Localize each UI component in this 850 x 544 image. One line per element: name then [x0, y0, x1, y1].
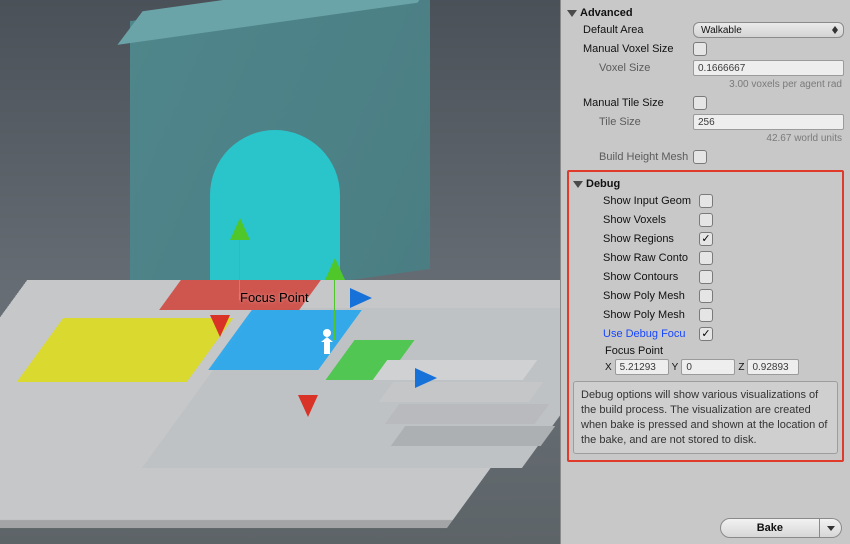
gizmo-z-arrow-icon[interactable]: [415, 368, 437, 388]
z-label: Z: [738, 362, 744, 373]
default-area-label: Default Area: [567, 24, 693, 36]
debug-item-checkbox[interactable]: [699, 232, 713, 246]
debug-foldout-header[interactable]: Debug: [573, 175, 838, 191]
debug-item-checkbox[interactable]: [699, 213, 713, 227]
foldout-open-icon: [567, 10, 577, 17]
default-area-select[interactable]: Walkable: [693, 22, 844, 38]
advanced-header-label: Advanced: [580, 7, 633, 19]
voxel-size-label: Voxel Size: [567, 62, 693, 74]
tile-size-row: Tile Size 256: [567, 113, 844, 131]
manual-voxel-checkbox[interactable]: [693, 42, 707, 56]
tile-helper-text: 42.67 world units: [567, 132, 844, 147]
focus-x-input[interactable]: 5.21293: [615, 359, 669, 375]
debug-item-checkbox[interactable]: [699, 289, 713, 303]
height-mesh-label: Build Height Mesh: [567, 151, 693, 163]
height-mesh-checkbox[interactable]: [693, 150, 707, 164]
inspector-panel: Advanced Default Area Walkable Manual Vo…: [560, 0, 850, 544]
bake-footer: Bake: [720, 518, 842, 538]
manual-voxel-label: Manual Voxel Size: [567, 43, 693, 55]
debug-item-row: Use Debug Focu: [573, 325, 838, 343]
debug-item-label: Use Debug Focu: [573, 328, 699, 340]
debug-section-highlight: Debug Show Input Geom Show Voxels Show Reg…: [567, 170, 844, 462]
debug-item-checkbox[interactable]: [699, 251, 713, 265]
bake-button-label: Bake: [757, 522, 783, 534]
focus-point-vector: X5.21293 Y0 Z0.92893: [573, 359, 838, 375]
height-mesh-row: Build Height Mesh: [567, 148, 844, 166]
debug-item-row: Show Poly Mesh: [573, 306, 838, 324]
focus-y-input[interactable]: 0: [681, 359, 735, 375]
focus-point-label-row: Focus Point: [573, 345, 838, 357]
debug-item-row: Show Regions: [573, 230, 838, 248]
focus-point-label: Focus Point: [605, 345, 663, 357]
manual-tile-row: Manual Tile Size: [567, 94, 844, 112]
focus-z-input[interactable]: 0.92893: [747, 359, 799, 375]
debug-item-checkbox[interactable]: [699, 327, 713, 341]
debug-item-checkbox[interactable]: [699, 270, 713, 284]
tile-size-input[interactable]: 256: [693, 114, 844, 130]
debug-header-label: Debug: [586, 178, 620, 190]
debug-item-row: Show Contours: [573, 268, 838, 286]
debug-item-label: Show Poly Mesh: [573, 309, 699, 321]
gizmo-z-arrow-icon[interactable]: [350, 288, 372, 308]
voxel-size-input[interactable]: 0.1666667: [693, 60, 844, 76]
debug-item-label: Show Voxels: [573, 214, 699, 226]
manual-voxel-row: Manual Voxel Size: [567, 40, 844, 58]
debug-item-row: Show Poly Mesh: [573, 287, 838, 305]
x-label: X: [605, 362, 612, 373]
debug-info-text: Debug options will show various visualiz…: [573, 381, 838, 454]
gizmo-x-arrow-icon[interactable]: [298, 395, 318, 417]
tile-size-label: Tile Size: [567, 116, 693, 128]
voxel-helper-text: 3.00 voxels per agent rad: [567, 78, 844, 93]
debug-item-checkbox[interactable]: [699, 308, 713, 322]
debug-item-label: Show Input Geom: [573, 195, 699, 207]
debug-item-label: Show Poly Mesh: [573, 290, 699, 302]
voxel-size-row: Voxel Size 0.1666667: [567, 59, 844, 77]
foldout-open-icon: [573, 181, 583, 188]
advanced-foldout-header[interactable]: Advanced: [567, 4, 844, 20]
scene-arch: [210, 130, 340, 300]
scene-stairs: [380, 360, 540, 470]
bake-button[interactable]: Bake: [720, 518, 820, 538]
debug-item-label: Show Raw Conto: [573, 252, 699, 264]
bake-dropdown-button[interactable]: [820, 518, 842, 538]
gizmo-y-arrow-icon[interactable]: [230, 218, 250, 240]
debug-item-row: Show Voxels: [573, 211, 838, 229]
scene-viewport[interactable]: Focus Point: [0, 0, 560, 544]
manual-tile-label: Manual Tile Size: [567, 97, 693, 109]
default-area-row: Default Area Walkable: [567, 21, 844, 39]
debug-item-row: Show Raw Conto: [573, 249, 838, 267]
gizmo-y-arrow-icon[interactable]: [325, 258, 345, 280]
y-label: Y: [672, 362, 679, 373]
debug-item-label: Show Contours: [573, 271, 699, 283]
debug-item-row: Show Input Geom: [573, 192, 838, 210]
default-area-value: Walkable: [701, 25, 742, 36]
focus-point-label: Focus Point: [240, 290, 309, 305]
agent-icon: [317, 328, 337, 362]
debug-item-label: Show Regions: [573, 233, 699, 245]
manual-tile-checkbox[interactable]: [693, 96, 707, 110]
gizmo-x-arrow-icon[interactable]: [210, 315, 230, 337]
debug-item-checkbox[interactable]: [699, 194, 713, 208]
